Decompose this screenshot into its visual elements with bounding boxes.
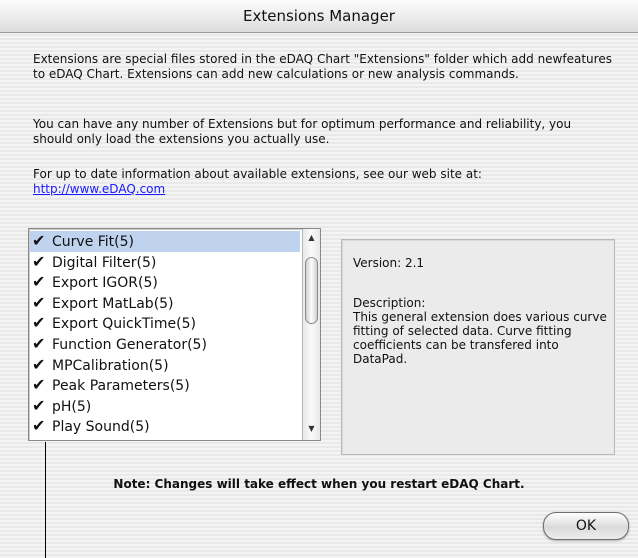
restart-note: Note: Changes will take effect when you … [113, 477, 525, 491]
website-text: For up to date information about availab… [33, 167, 482, 181]
list-item[interactable]: ✔ Function Generator(5) [30, 334, 300, 355]
extension-version: Version: 2.1 [353, 256, 425, 270]
checkmark-icon[interactable]: ✔ [32, 334, 52, 355]
list-item[interactable]: ✔ Export IGOR(5) [30, 272, 300, 293]
extensions-list-items: ✔ Curve Fit(5) ✔ Digital Filter(5) ✔ Export… [30, 231, 300, 437]
extension-description: This general extension does various curv… [353, 310, 607, 366]
list-item[interactable]: ✔ Export QuickTime(5) [30, 313, 300, 334]
list-item-label: Digital Filter(5) [52, 254, 157, 271]
checkmark-icon[interactable]: ✔ [32, 396, 52, 417]
text-cursor-line [45, 442, 46, 558]
list-item-label: Export MatLab(5) [52, 295, 174, 312]
intro-paragraph-3: For up to date information about availab… [33, 167, 613, 197]
list-item[interactable]: ✔ MPCalibration(5) [30, 355, 300, 376]
scroll-up-arrow-icon[interactable]: ▲ [303, 231, 320, 245]
window-title: Extensions Manager [0, 0, 638, 33]
checkmark-icon[interactable]: ✔ [32, 313, 52, 334]
extensions-list[interactable]: ✔ Curve Fit(5) ✔ Digital Filter(5) ✔ Export… [28, 228, 321, 441]
checkmark-icon[interactable]: ✔ [32, 293, 52, 314]
intro-paragraph-1: Extensions are special files stored in t… [33, 52, 612, 81]
checkmark-icon[interactable]: ✔ [32, 231, 52, 252]
checkmark-icon[interactable]: ✔ [32, 375, 52, 396]
checkmark-icon[interactable]: ✔ [32, 355, 52, 376]
list-scrollbar[interactable]: ▲ ▼ [302, 229, 320, 440]
scroll-thumb[interactable] [305, 257, 318, 324]
scroll-down-arrow-icon[interactable]: ▼ [303, 422, 320, 436]
ok-button[interactable]: OK [543, 512, 629, 540]
checkmark-icon[interactable]: ✔ [32, 272, 52, 293]
list-item-label: MPCalibration(5) [52, 357, 169, 374]
checkmark-icon[interactable]: ✔ [32, 416, 52, 437]
list-item[interactable]: ✔ Curve Fit(5) [30, 231, 300, 252]
checkmark-icon[interactable]: ✔ [32, 252, 52, 273]
list-item[interactable]: ✔ Digital Filter(5) [30, 252, 300, 273]
list-item-label: pH(5) [52, 398, 92, 415]
list-item-label: Export IGOR(5) [52, 275, 158, 292]
intro-paragraph-2: You can have any number of Extensions bu… [33, 117, 572, 146]
website-link[interactable]: http://www.eDAQ.com [33, 182, 165, 196]
list-item-label: Play Sound(5) [52, 419, 150, 436]
list-item[interactable]: ✔ Peak Parameters(5) [30, 375, 300, 396]
list-item-label: Peak Parameters(5) [52, 378, 190, 395]
list-item-label: Curve Fit(5) [52, 234, 134, 250]
list-item-label: Function Generator(5) [52, 336, 207, 353]
description-label: Description: [353, 296, 426, 310]
list-item[interactable]: ✔ Play Sound(5) [30, 416, 300, 437]
list-item[interactable]: ✔ pH(5) [30, 396, 300, 417]
extension-details-panel: Version: 2.1 Description: This general e… [341, 239, 615, 455]
list-item[interactable]: ✔ Export MatLab(5) [30, 293, 300, 314]
list-item-label: Export QuickTime(5) [52, 316, 196, 333]
